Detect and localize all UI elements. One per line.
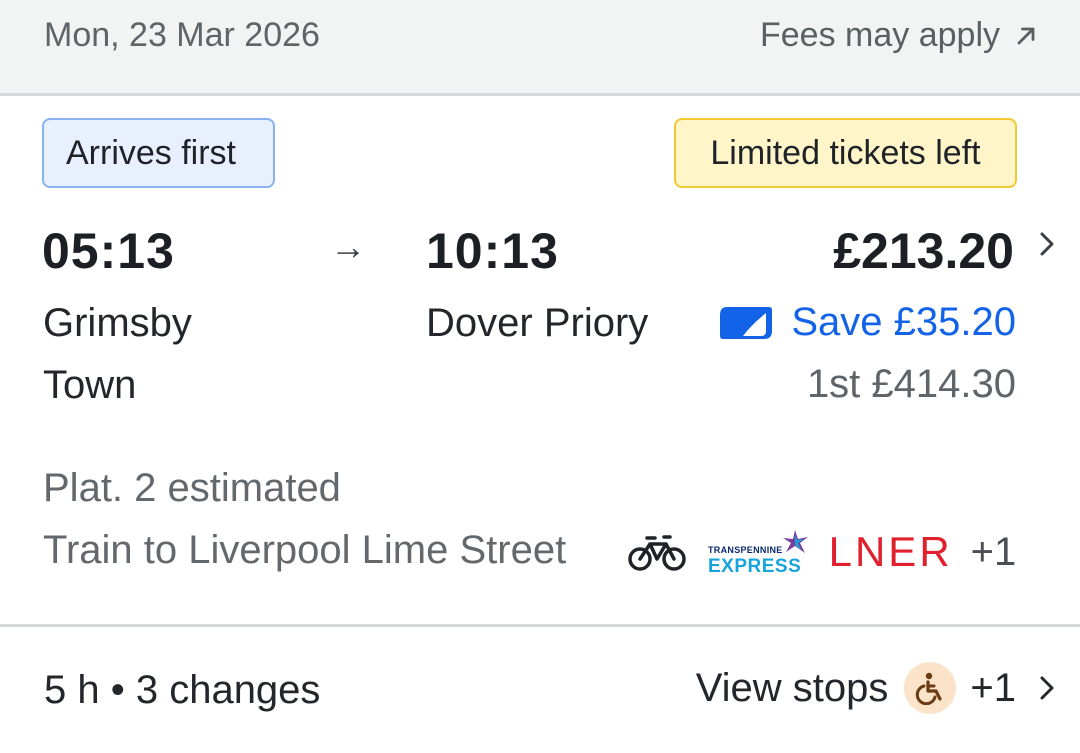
departure-time: 05:13	[42, 223, 175, 279]
results-date-bar: Mon, 23 Mar 2026 Fees may apply	[0, 0, 1080, 96]
departure-station: Grimsby Town	[43, 301, 192, 407]
view-stops-button[interactable]: View stops +1	[696, 662, 1058, 714]
wheelchair-icon	[904, 662, 957, 714]
divider	[0, 624, 1080, 627]
fees-label: Fees may apply	[760, 16, 1000, 54]
more-accessibility-count: +1	[970, 665, 1016, 710]
travel-date: Mon, 23 Mar 2026	[44, 16, 320, 54]
arrival-time: 10:13	[426, 223, 559, 279]
service-destination: Train to Liverpool Lime Street	[43, 528, 567, 572]
external-arrow-icon	[1017, 27, 1035, 44]
limited-tickets-badge: Limited tickets left	[674, 118, 1017, 188]
transpennine-express-logo: TRANSPENNINE EXPRESS	[708, 529, 809, 576]
chevron-right-icon	[1040, 676, 1054, 700]
arrives-first-badge: Arrives first	[42, 118, 275, 188]
view-stops-label: View stops	[695, 665, 889, 710]
saving-amount: Save £35.20	[791, 300, 1016, 344]
railcard-saving: Save £35.20	[719, 300, 1016, 345]
more-operators-count: +1	[970, 529, 1017, 574]
route-arrow-icon: →	[330, 226, 366, 267]
chevron-right-icon[interactable]	[1038, 228, 1058, 260]
first-class-price: 1st £414.30	[806, 362, 1016, 406]
lner-logo: LNER	[828, 528, 953, 575]
railcard-icon	[720, 306, 773, 339]
arrival-station: Dover Priory	[426, 301, 649, 345]
operator-logos: TRANSPENNINE EXPRESS LNER +1	[628, 522, 1016, 582]
platform-info: Plat. 2 estimated	[43, 466, 341, 510]
standard-price: £213.20	[833, 223, 1014, 279]
bicycle-icon	[628, 535, 686, 571]
star-icon	[782, 529, 808, 553]
fees-link[interactable]: Fees may apply	[760, 16, 1040, 55]
journey-summary: 5 h • 3 changes	[44, 668, 321, 712]
